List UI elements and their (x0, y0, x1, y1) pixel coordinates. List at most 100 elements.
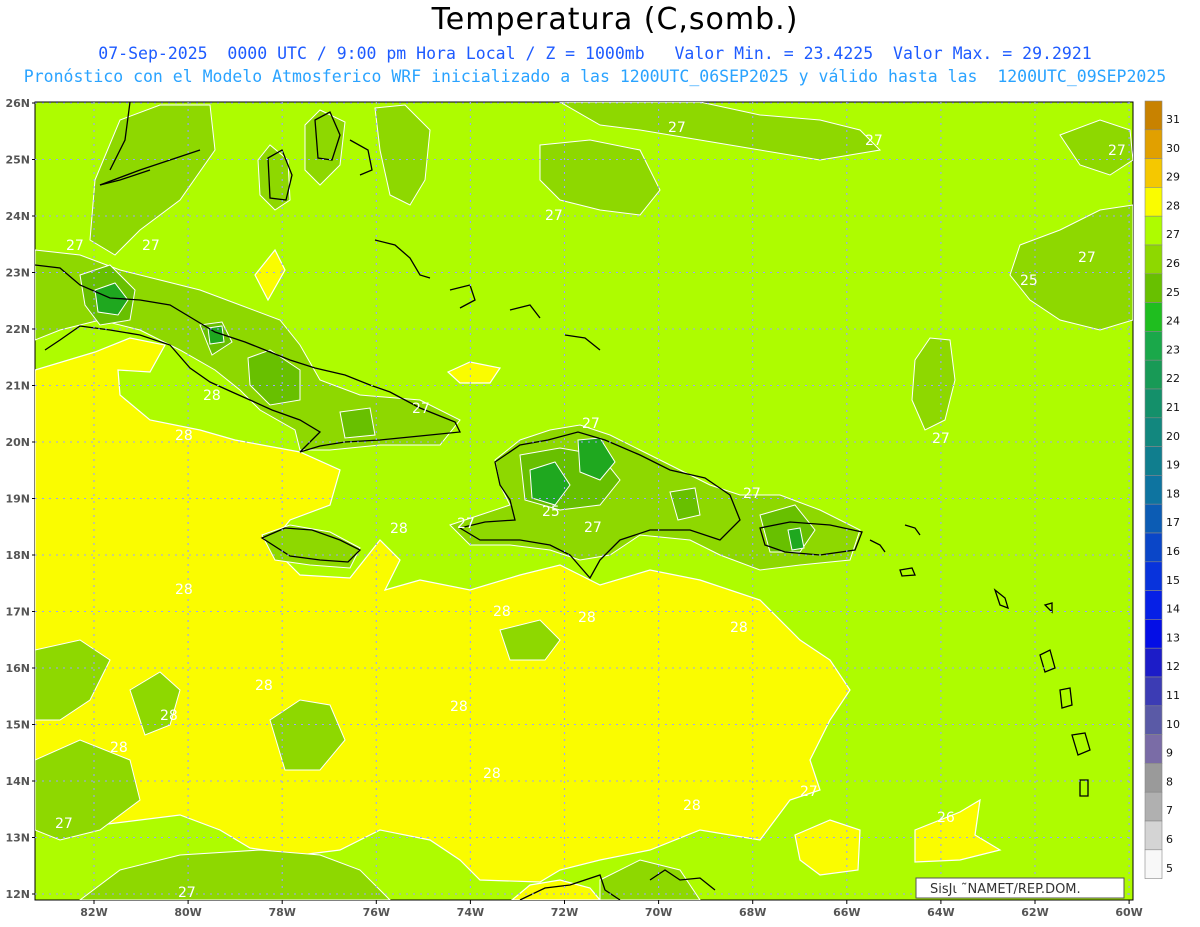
colorbar-label: 29 (1166, 171, 1180, 184)
lat-label: 19N (5, 493, 30, 506)
lat-label: 26N (5, 97, 30, 110)
colorbar-swatch (1144, 302, 1163, 332)
colorbar-label: 19 (1166, 459, 1180, 472)
contour-label: 28 (390, 521, 408, 537)
lat-label: 16N (5, 662, 30, 675)
colorbar-swatch (1144, 763, 1163, 793)
contour-label: 27 (668, 120, 686, 136)
colorbar-label: 9 (1166, 747, 1173, 760)
contour-label: 27 (457, 516, 475, 532)
contour-label: 28 (203, 388, 221, 404)
contour-label: 27 (412, 401, 430, 417)
cool-core-cuba-4 (339, 407, 376, 439)
colorbar-label: 25 (1166, 286, 1180, 299)
colorbar: 31 30 29 28 27 26 25 24 23 22 21 20 19 18 17 16 15 14 13 12… (1144, 100, 1180, 879)
contour-label: 27 (865, 133, 883, 149)
contour-label: 27 (1078, 250, 1096, 266)
colorbar-label: 15 (1166, 574, 1180, 587)
contour-label: 27 (800, 784, 818, 800)
forecast-map: 27 27 27 27 27 27 28 28 28 28 28 28 28 28 28 28 28 28 28 27… (5, 97, 1180, 919)
colorbar-label: 28 (1166, 199, 1180, 212)
colorbar-label: 8 (1166, 775, 1173, 788)
lon-label: 76W (363, 906, 390, 919)
contour-label: 25 (542, 504, 560, 520)
colorbar-label: 26 (1166, 257, 1180, 270)
contour-label: 27 (584, 520, 602, 536)
contour-label: 27 (582, 416, 600, 432)
colorbar-swatch (1144, 215, 1163, 246)
contour-label: 28 (175, 428, 193, 444)
colorbar-swatch (1144, 561, 1163, 591)
colorbar-label: 14 (1166, 603, 1180, 616)
lat-label: 20N (5, 436, 30, 449)
colorbar-swatch (1144, 158, 1163, 188)
colorbar-swatch (1144, 417, 1163, 447)
colorbar-swatch (1144, 503, 1163, 534)
lat-label: 18N (5, 549, 30, 562)
lat-label: 23N (5, 267, 30, 280)
lat-label: 12N (5, 888, 30, 901)
colorbar-label: 24 (1166, 315, 1180, 328)
colorbar-label: 11 (1166, 689, 1180, 702)
contour-label: 27 (55, 816, 73, 832)
colorbar-label: 6 (1166, 833, 1173, 846)
colorbar-label: 17 (1166, 516, 1180, 529)
credit-box: SisJι ˜NAMET/REP.DOM. (915, 877, 1125, 899)
colorbar-swatch (1144, 619, 1163, 649)
colorbar-swatch (1144, 791, 1163, 822)
contour-label: 28 (493, 604, 511, 620)
lon-label: 78W (268, 906, 295, 919)
lat-label: 17N (5, 606, 30, 619)
contour-label: 28 (730, 620, 748, 636)
lat-label: 21N (5, 380, 30, 393)
colorbar-label: 27 (1166, 228, 1180, 241)
contour-label: 27 (66, 238, 84, 254)
lat-label: 15N (5, 719, 30, 732)
contour-label: 28 (175, 582, 193, 598)
contour-label: 28 (578, 610, 596, 626)
contour-label: 27 (1108, 143, 1126, 159)
colorbar-swatch (1144, 532, 1163, 563)
lon-label: 68W (739, 906, 766, 919)
contour-label: 28 (483, 766, 501, 782)
contour-label: 27 (932, 431, 950, 447)
svg-text:SisJι ˜NAMET/REP.DOM.: SisJι ˜NAMET/REP.DOM. (930, 882, 1081, 897)
contour-label: 27 (743, 486, 761, 502)
latitude-labels: 26N 25N 24N 23N 22N 21N 20N 19N 18N 17N 16N 15N 14N 1… (5, 97, 35, 901)
colorbar-label: 30 (1166, 142, 1180, 155)
contour-label: 25 (1020, 273, 1038, 289)
longitude-labels: 82W 80W 78W 76W 74W 72W 70W 68W 66W 64W 62W 60W (80, 900, 1143, 919)
colorbar-swatch (1144, 705, 1163, 735)
lon-label: 80W (174, 906, 201, 919)
colorbar-swatch (1144, 331, 1163, 361)
colorbar-label: 18 (1166, 487, 1180, 500)
colorbar-label: 7 (1166, 804, 1173, 817)
colorbar-swatch (1144, 820, 1163, 851)
contour-label: 28 (450, 699, 468, 715)
colorbar-swatch (1144, 129, 1163, 159)
lat-label: 24N (5, 210, 30, 223)
contour-label: 27 (545, 208, 563, 224)
colorbar-label: 21 (1166, 401, 1180, 414)
colorbar-label: 12 (1166, 660, 1180, 673)
lon-label: 66W (833, 906, 860, 919)
lon-label: 64W (927, 906, 954, 919)
contour-label: 28 (683, 798, 701, 814)
colorbar-swatch (1144, 734, 1163, 764)
contour-label: 28 (160, 708, 178, 724)
lon-label: 74W (457, 906, 484, 919)
lon-label: 70W (645, 906, 672, 919)
contour-label: 28 (110, 740, 128, 756)
colorbar-swatch (1144, 187, 1163, 217)
lon-label: 62W (1021, 906, 1048, 919)
colorbar-label: 23 (1166, 343, 1180, 356)
colorbar-label: 5 (1166, 862, 1173, 875)
colorbar-label: 20 (1166, 430, 1180, 443)
colorbar-label: 22 (1166, 372, 1180, 385)
colorbar-swatch (1144, 388, 1163, 419)
colorbar-swatch (1144, 676, 1163, 707)
lon-label: 72W (551, 906, 578, 919)
contour-label: 27 (178, 885, 196, 901)
colorbar-swatch (1144, 446, 1163, 476)
contour-label: 28 (255, 678, 273, 694)
